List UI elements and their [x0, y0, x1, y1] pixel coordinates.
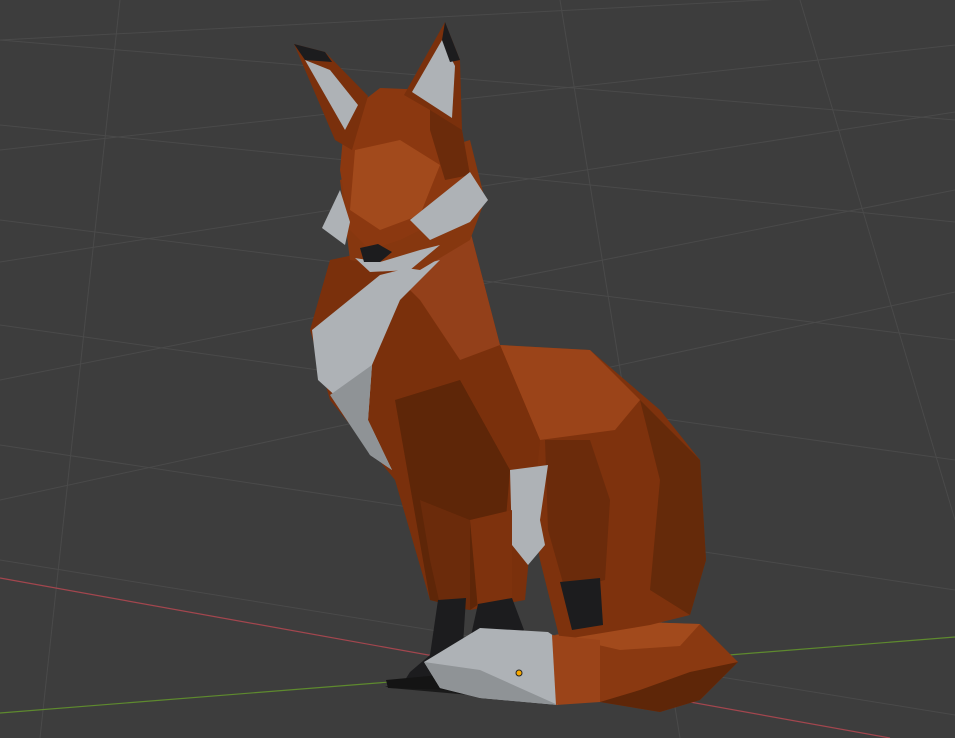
fox-model[interactable] [294, 22, 738, 712]
object-origin-point[interactable] [515, 669, 523, 677]
viewport-canvas[interactable] [0, 0, 955, 738]
fox-tail-ring [552, 635, 600, 705]
3d-viewport[interactable] [0, 0, 955, 738]
